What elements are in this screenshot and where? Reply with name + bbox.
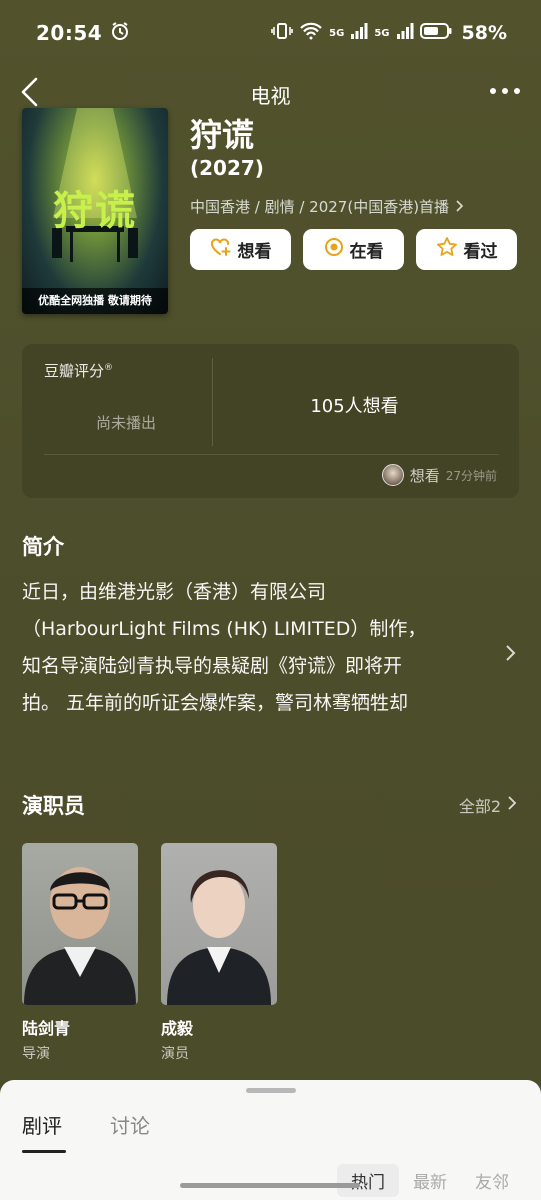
cast-card[interactable]: 成毅 演员 bbox=[161, 843, 277, 1063]
target-icon bbox=[324, 237, 344, 262]
registered-mark: ® bbox=[104, 363, 114, 373]
poster[interactable]: 狩谎 优酷全网独播 敬请期待 bbox=[22, 108, 168, 314]
watched-label: 看过 bbox=[463, 242, 498, 262]
cast-title: 演职员 bbox=[22, 794, 85, 818]
network-a-label: 5G bbox=[329, 27, 345, 39]
tab-indicator bbox=[22, 1150, 66, 1153]
page: 20:54 5G 5G 58% 电视 狩谎 优酷全网独播 敬请期待 狩谎 (20… bbox=[0, 0, 541, 1200]
sheet-drag-handle[interactable] bbox=[246, 1088, 296, 1093]
show-title: 狩谎 bbox=[190, 116, 255, 154]
cast-card[interactable]: 陆剑青 导演 bbox=[22, 843, 138, 1063]
action-row: 想看 在看 看过 bbox=[190, 229, 517, 270]
vibrate-icon bbox=[271, 22, 293, 44]
battery-percent: 58% bbox=[461, 22, 507, 44]
status-right: 5G 5G 58% bbox=[271, 22, 507, 44]
sort-hot[interactable]: 热门 bbox=[337, 1164, 399, 1197]
rating-separator bbox=[44, 454, 499, 455]
watched-button[interactable]: 看过 bbox=[416, 229, 517, 270]
heart-plus-icon bbox=[210, 237, 232, 262]
watching-button[interactable]: 在看 bbox=[303, 229, 404, 270]
intro-line: 近日，由维港光影（香港）有限公司 bbox=[22, 581, 327, 603]
wifi-icon bbox=[299, 22, 323, 44]
sort-friends[interactable]: 友邻 bbox=[461, 1164, 523, 1197]
more-options-icon[interactable] bbox=[487, 78, 523, 104]
chevron-right-icon bbox=[454, 198, 464, 216]
home-indicator[interactable] bbox=[180, 1183, 360, 1188]
star-icon bbox=[436, 236, 458, 263]
cast-role: 导演 bbox=[22, 1046, 50, 1062]
status-bar: 20:54 5G 5G 58% bbox=[0, 0, 541, 66]
rating-label-text: 豆瓣评分 bbox=[44, 362, 105, 380]
signal-icon-b bbox=[396, 22, 414, 44]
cast-name: 成毅 bbox=[161, 1019, 194, 1038]
want-to-watch-button[interactable]: 想看 bbox=[190, 229, 291, 270]
cast-list: 陆剑青 导演 成毅 演员 bbox=[22, 843, 277, 1063]
cast-all-label: 全部2 bbox=[458, 797, 501, 816]
rating-label: 豆瓣评分® bbox=[44, 360, 113, 381]
cast-name: 陆剑青 bbox=[22, 1019, 71, 1038]
battery-icon bbox=[419, 22, 452, 44]
alarm-icon bbox=[110, 21, 130, 45]
intro-line: 知名导演陆剑青执导的悬疑剧《狩谎》即将开 bbox=[22, 655, 403, 677]
show-meta-text: 中国香港 / 剧情 / 2027(中国香港)首播 bbox=[190, 198, 450, 216]
intro-line: 拍。 五年前的听证会爆炸案，警司林骞牺牲却 bbox=[22, 692, 409, 714]
watching-label: 在看 bbox=[349, 242, 384, 262]
show-year: (2027) bbox=[190, 156, 264, 180]
avatar bbox=[381, 464, 404, 486]
status-left: 20:54 bbox=[36, 21, 130, 45]
chevron-right-icon bbox=[507, 795, 517, 815]
activity-action: 想看 bbox=[409, 466, 440, 485]
cast-all-link[interactable]: 全部2 bbox=[459, 793, 517, 817]
sort-latest[interactable]: 最新 bbox=[399, 1164, 461, 1197]
rating-card[interactable]: 豆瓣评分® 尚未播出 105人想看 想看 27分钟前 bbox=[22, 344, 519, 498]
nav-title: 电视 bbox=[250, 84, 291, 108]
recent-activity[interactable]: 想看 27分钟前 bbox=[381, 464, 497, 486]
signal-icon-a bbox=[350, 22, 368, 44]
intro-text[interactable]: 近日，由维港光影（香港）有限公司 （HarbourLight Films (HK… bbox=[22, 574, 492, 722]
activity-time: 27分钟前 bbox=[445, 468, 497, 483]
expand-intro-icon[interactable] bbox=[503, 643, 517, 663]
cast-photo-director bbox=[22, 843, 138, 1005]
network-b-label: 5G bbox=[374, 27, 390, 39]
tab-discussion[interactable]: 讨论 bbox=[110, 1110, 150, 1139]
intro-title: 简介 bbox=[22, 535, 64, 559]
tab-reviews[interactable]: 剧评 bbox=[22, 1110, 62, 1139]
cast-photo-actor bbox=[161, 843, 277, 1005]
intro-line: （HarbourLight Films (HK) LIMITED）制作， bbox=[22, 618, 427, 640]
show-meta[interactable]: 中国香港 / 剧情 / 2027(中国香港)首播 bbox=[190, 196, 464, 217]
status-time: 20:54 bbox=[36, 21, 103, 45]
cast-role: 演员 bbox=[161, 1046, 189, 1062]
sort-options: 热门 最新 友邻 bbox=[337, 1164, 523, 1197]
poster-banner: 优酷全网独播 敬请期待 bbox=[22, 288, 168, 314]
want-to-watch-label: 想看 bbox=[237, 242, 272, 262]
poster-title: 狩谎 bbox=[53, 187, 137, 234]
want-count: 105人想看 bbox=[310, 396, 399, 417]
rating-status: 尚未播出 bbox=[96, 414, 157, 432]
